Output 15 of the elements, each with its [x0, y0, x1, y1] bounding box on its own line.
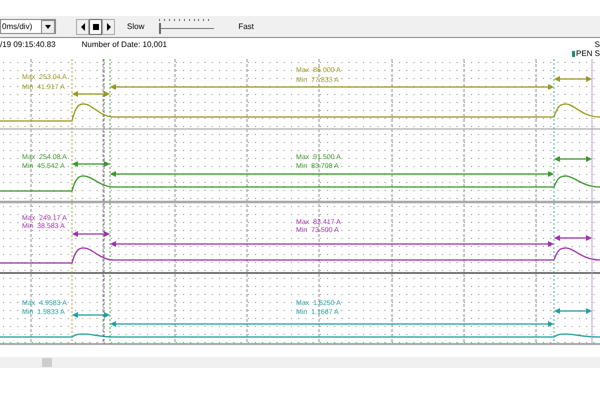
stop-button[interactable] [89, 18, 102, 34]
channel-label: S [594, 40, 600, 49]
legend-swatch-icon [572, 50, 575, 56]
slow-label: Slow [127, 22, 144, 31]
timestamp: /19 09:15:40.83 [0, 40, 56, 49]
step-back-icon [78, 22, 86, 32]
stop-icon [92, 22, 100, 32]
data-count: Number of Date: 10,001 [82, 40, 167, 49]
step-forward-button[interactable] [102, 18, 115, 34]
fast-label: Fast [238, 22, 254, 31]
scrollbar-thumb[interactable] [42, 358, 52, 367]
timebase-dropdown[interactable]: 0ms/div) [0, 19, 56, 34]
step-forward-icon [104, 22, 112, 32]
legend-label: PEN S [576, 49, 600, 58]
step-back-button[interactable] [76, 18, 89, 34]
